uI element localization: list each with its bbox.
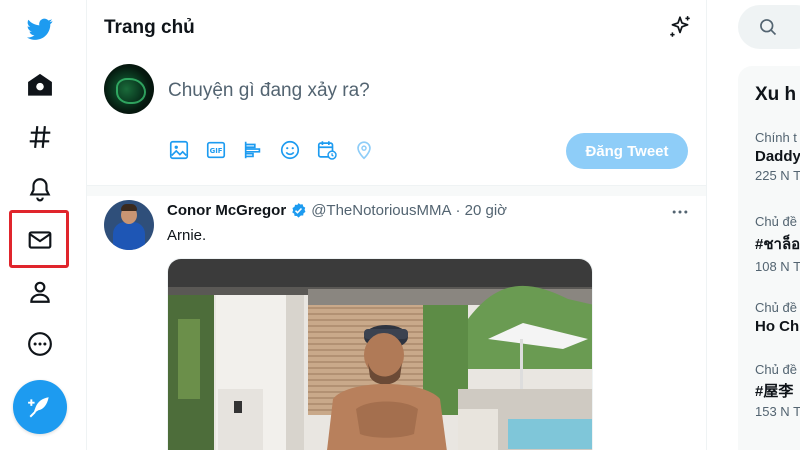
- hashtag-icon: [29, 126, 51, 148]
- trend-item[interactable]: Chủ đề #ชาล็อ 108 N T: [755, 214, 800, 274]
- trend-count: 225 N T: [755, 168, 800, 183]
- tweet-photo[interactable]: [167, 258, 593, 450]
- search-icon: [760, 19, 777, 36]
- nav-messages[interactable]: [17, 217, 63, 263]
- feather-plus-icon: [28, 397, 49, 418]
- trend-category: Chủ đề: [755, 300, 797, 315]
- right-sidebar: Xu h Chính t Daddy 225 N T Chủ đề #ชาล็อ…: [707, 0, 800, 450]
- image-icon: [169, 140, 189, 160]
- main-timeline: Trang chủ Chuyện gì đang xảy ra? GIF Đăn…: [86, 0, 707, 450]
- tweet-card[interactable]: Conor McGregor @TheNotoriousMMA · 20 giờ…: [87, 196, 706, 450]
- poll-button[interactable]: [241, 138, 265, 162]
- poll-icon: [244, 141, 261, 159]
- author-name[interactable]: Conor McGregor: [167, 202, 286, 219]
- trend-count: 153 N T: [755, 404, 800, 419]
- nav-explore[interactable]: [17, 114, 63, 160]
- left-nav: [0, 0, 86, 450]
- search-input[interactable]: [738, 5, 800, 49]
- timeline-header: Trang chủ: [87, 0, 706, 54]
- nav-notifications[interactable]: [17, 166, 63, 212]
- svg-text:GIF: GIF: [210, 147, 223, 155]
- nav-home[interactable]: [17, 62, 63, 108]
- twitter-bird-icon: [27, 18, 53, 40]
- section-divider: [87, 186, 706, 196]
- trend-category: Chủ đề: [755, 214, 797, 229]
- bell-icon: [29, 178, 51, 202]
- emoji-button[interactable]: [278, 138, 302, 162]
- nav-more[interactable]: [17, 321, 63, 367]
- sparkle-icon[interactable]: [667, 14, 693, 40]
- nav-profile[interactable]: [17, 269, 63, 315]
- twitter-logo-icon[interactable]: [17, 6, 63, 52]
- tweet-composer: Chuyện gì đang xảy ra? GIF Đăng Tweet: [87, 54, 706, 186]
- more-circle-icon: [28, 332, 52, 356]
- calendar-clock-icon: [317, 141, 337, 160]
- post-tweet-button[interactable]: Đăng Tweet: [566, 133, 688, 169]
- photo-scene: [168, 259, 592, 450]
- trend-item[interactable]: Chủ đề #屋李 153 N T: [755, 362, 800, 419]
- trends-title: Xu h: [755, 84, 797, 105]
- trend-item[interactable]: Chủ đề Ho Ch: [755, 300, 799, 335]
- person-icon: [30, 281, 50, 303]
- ellipsis-icon: [672, 210, 688, 214]
- tweet-more-button[interactable]: [669, 202, 691, 222]
- trend-name: Daddy: [755, 148, 800, 165]
- tweet-text: Arnie.: [167, 227, 207, 244]
- location-button[interactable]: [352, 138, 376, 162]
- avatar[interactable]: [104, 200, 154, 250]
- media-button[interactable]: [167, 138, 191, 162]
- tweet-header: Conor McGregor @TheNotoriousMMA · 20 giờ: [167, 202, 507, 219]
- compose-input[interactable]: Chuyện gì đang xảy ra?: [168, 80, 370, 102]
- envelope-icon: [28, 231, 52, 249]
- schedule-button[interactable]: [315, 138, 339, 162]
- composer-toolbar: GIF: [167, 138, 376, 162]
- gif-icon: GIF: [206, 141, 226, 159]
- trend-item[interactable]: Chính t Daddy 225 N T: [755, 130, 800, 183]
- trend-category: Chính t: [755, 130, 797, 145]
- trend-name: Ho Ch: [755, 318, 800, 335]
- author-handle[interactable]: @TheNotoriousMMA: [311, 202, 451, 219]
- trend-category: Chủ đề: [755, 362, 797, 377]
- page-title: Trang chủ: [104, 17, 195, 38]
- tweet-time[interactable]: · 20 giờ: [455, 202, 507, 219]
- avatar[interactable]: [104, 64, 154, 114]
- trend-count: 108 N T: [755, 259, 800, 274]
- emoji-icon: [280, 140, 300, 160]
- trend-name: #屋李: [755, 383, 794, 400]
- gif-button[interactable]: GIF: [204, 138, 228, 162]
- location-pin-icon: [357, 141, 371, 160]
- trend-name: #ชาล็อ: [755, 236, 800, 253]
- home-icon: [28, 73, 52, 96]
- verified-badge-icon: [292, 203, 306, 218]
- compose-tweet-button[interactable]: [13, 380, 67, 434]
- trends-panel: Xu h Chính t Daddy 225 N T Chủ đề #ชาล็อ…: [738, 66, 800, 450]
